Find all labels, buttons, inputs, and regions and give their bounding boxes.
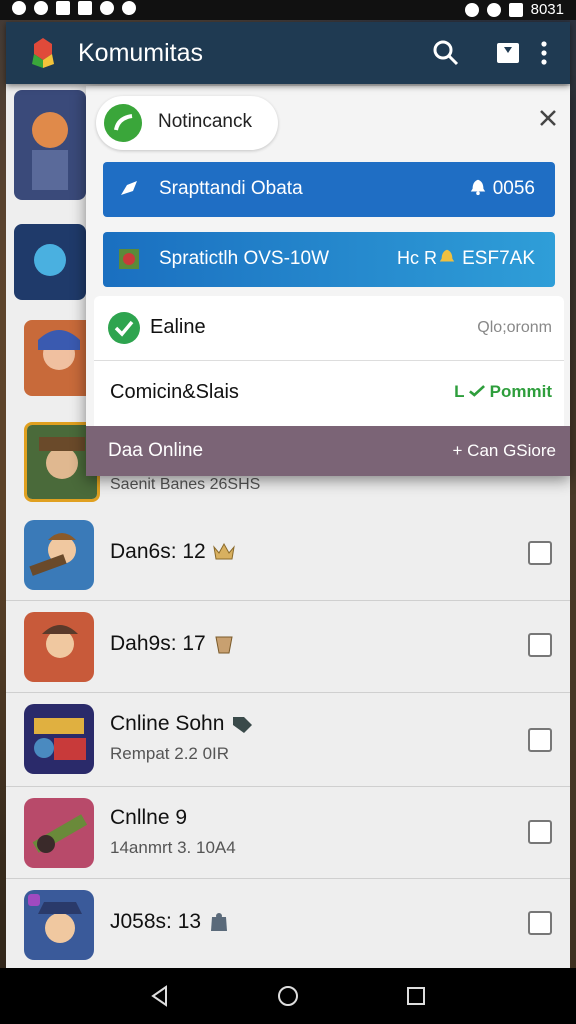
select-checkbox[interactable]	[528, 820, 552, 844]
selected-label: Daa Online	[108, 440, 204, 461]
game-thumbnail[interactable]	[24, 320, 94, 396]
select-checkbox[interactable]	[528, 541, 552, 565]
signal-icon	[464, 2, 479, 17]
status-card: Ealine Qlo;oronm Comicin&Slais L Pommit	[94, 296, 564, 426]
notification-chip[interactable]: Notincanck	[96, 96, 278, 150]
tag-icon	[233, 717, 253, 734]
select-checkbox[interactable]	[528, 728, 552, 752]
select-checkbox[interactable]	[528, 911, 552, 935]
select-checkbox[interactable]	[528, 633, 552, 657]
list-item[interactable]: Dan6s: 12	[6, 508, 570, 601]
crown-icon	[212, 543, 235, 560]
game-title: Cnllne 9	[110, 806, 188, 829]
recent-apps-icon[interactable]	[404, 984, 428, 1008]
notification-popup: Notincanck Srapttandi Obata 0056 Spratic…	[86, 86, 570, 476]
status-value: Qlo;oronm	[477, 319, 552, 336]
game-icon	[119, 249, 139, 269]
app-title: Komumitas	[78, 39, 204, 67]
home-icon[interactable]	[276, 984, 300, 1008]
game-thumbnail	[24, 520, 94, 590]
action-bar-secondary[interactable]: Spratictlh OVS-10W Hc R ESF7AK	[103, 232, 555, 287]
game-thumbnail[interactable]	[14, 224, 86, 300]
status-item-online[interactable]: Ealine Qlo;oronm	[94, 296, 564, 361]
status-item-community[interactable]: Comicin&Slais L Pommit	[94, 361, 564, 425]
navigation-bar	[0, 968, 576, 1024]
bell-icon	[470, 179, 485, 196]
game-thumbnail	[24, 704, 94, 774]
bookmark-icon[interactable]	[494, 39, 522, 67]
game-title: Dan6s: 12	[110, 540, 236, 564]
action-label: Srapttandi Obata	[159, 178, 303, 199]
close-icon[interactable]	[538, 108, 558, 128]
wifi-icon	[486, 2, 501, 17]
status-label: Comicin&Slais	[110, 381, 239, 403]
game-subtitle: Rempat 2.2 0IR	[110, 744, 230, 763]
notification-icon	[122, 1, 136, 15]
list-item[interactable]: Cnline Sohn Rempat 2.2 0IR	[6, 692, 570, 787]
notification-icon	[78, 1, 92, 15]
list-item[interactable]: J058s: 13	[6, 878, 570, 968]
game-title: Dah9s: 17	[110, 632, 236, 656]
action-mid-label: Hc R	[397, 248, 437, 268]
notification-icon	[12, 1, 26, 15]
game-subtitle: 14anmrt 3. 10A4	[110, 838, 236, 857]
status-bar: 8031	[0, 0, 576, 20]
back-icon[interactable]	[148, 984, 172, 1008]
search-icon[interactable]	[432, 39, 460, 67]
list-item[interactable]: Dah9s: 17	[6, 600, 570, 693]
app-bar: Komumitas	[6, 22, 570, 84]
bell-icon	[439, 249, 455, 262]
app-logo-icon	[32, 38, 54, 68]
status-label: Ealine	[150, 316, 206, 338]
permit-link[interactable]: L Pommit	[454, 382, 552, 402]
hidden-row-subtitle: Saenit Banes 26SHS	[110, 476, 261, 493]
game-thumbnail	[24, 890, 94, 960]
game-title: J058s: 13	[110, 910, 231, 934]
selected-row[interactable]: Daa Online + Can GSiore	[86, 426, 570, 476]
action-bar-primary[interactable]: Srapttandi Obata 0056	[103, 162, 555, 217]
game-thumbnail[interactable]	[14, 90, 86, 200]
notification-icon	[104, 104, 142, 142]
action-label: Spratictlh OVS-10W	[159, 248, 329, 269]
check-mark-icon	[468, 385, 485, 397]
check-icon	[108, 312, 140, 344]
battery-icon	[508, 2, 523, 17]
status-time: 8031	[530, 1, 564, 18]
action-count: 0056	[469, 178, 535, 200]
pouch-icon	[211, 913, 228, 932]
selected-action[interactable]: + Can GSiore	[453, 441, 556, 461]
notification-icon	[34, 1, 48, 15]
action-count: ESF7AK	[438, 248, 535, 270]
bucket-icon	[215, 636, 233, 654]
game-thumbnail	[24, 798, 94, 868]
game-thumbnail	[24, 612, 94, 682]
list-item[interactable]: Cnllne 9 14anmrt 3. 10A4	[6, 786, 570, 879]
game-title: Cnline Sohn	[110, 712, 254, 736]
notification-label: Notincanck	[158, 111, 252, 132]
notification-icon	[100, 1, 114, 15]
image-notification-icon	[56, 1, 70, 15]
rocket-icon	[121, 181, 137, 195]
more-options-icon[interactable]	[538, 39, 566, 67]
